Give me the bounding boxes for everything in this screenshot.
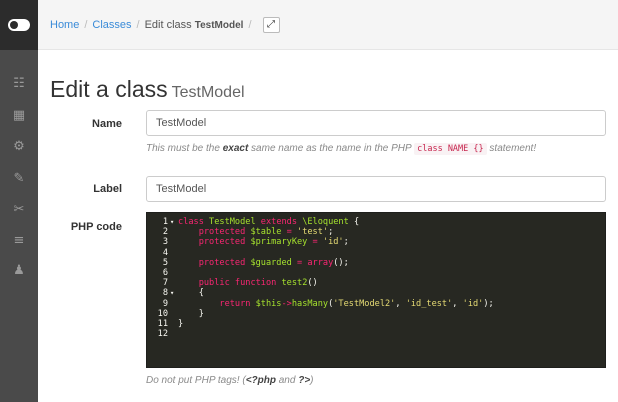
php-help-pre: Do not put PHP tags! ( bbox=[146, 375, 246, 386]
fold-toggle-icon[interactable]: ▾ bbox=[168, 288, 178, 298]
name-label: Name bbox=[92, 118, 122, 130]
line-number: 4 bbox=[162, 247, 168, 258]
breadcrumb-current-name: TestModel bbox=[194, 19, 244, 31]
php-code-label: PHP code bbox=[70, 221, 122, 233]
line-number: 11 bbox=[157, 318, 168, 329]
name-help: This must be the exact same name as the … bbox=[146, 143, 537, 155]
name-input[interactable]: TestModel bbox=[146, 110, 606, 136]
fold-gutter bbox=[168, 319, 178, 329]
code-line: 6 bbox=[147, 268, 605, 278]
code-line: 12 bbox=[147, 329, 605, 339]
line-number: 8 bbox=[162, 288, 168, 299]
sitemap-icon[interactable]: ☷ bbox=[0, 72, 38, 94]
breadcrumb-separator: / bbox=[136, 18, 140, 31]
code-line: 11} bbox=[147, 319, 605, 329]
code-line: 8 ▾ { bbox=[147, 288, 605, 298]
fold-gutter bbox=[168, 299, 178, 309]
fold-gutter bbox=[168, 268, 178, 278]
toggle-logo-icon bbox=[8, 19, 30, 31]
paperclip-icon[interactable]: ✂ bbox=[0, 198, 38, 220]
label-label: Label bbox=[93, 183, 122, 195]
fold-toggle-icon[interactable]: ▾ bbox=[168, 217, 178, 227]
line-number: 2 bbox=[162, 227, 168, 238]
php-help-and: and bbox=[275, 375, 299, 386]
page-title-text: Edit a class bbox=[50, 76, 168, 102]
code-line: 1 ▾ class TestModel extends \Eloquent { bbox=[147, 217, 605, 227]
code-line: 5 protected $guarded = array(); bbox=[147, 258, 605, 268]
breadcrumb: Home / Classes / Edit class TestModel / … bbox=[38, 0, 618, 50]
sidebar: ☷ ▦ ⚙ ✎ ✂ ≡ ♟ bbox=[0, 0, 38, 402]
php-close-tag: ?> bbox=[298, 375, 311, 386]
fold-gutter bbox=[168, 258, 178, 268]
breadcrumb-current-prefix: Edit class bbox=[144, 18, 192, 31]
code-line: 7 public function test2() bbox=[147, 278, 605, 288]
page-title-sub: TestModel bbox=[171, 84, 245, 101]
php-code-editor[interactable]: 1 ▾ class TestModel extends \Eloquent { 2 … bbox=[146, 212, 606, 368]
line-number: 7 bbox=[162, 278, 168, 289]
pencil-icon[interactable]: ✎ bbox=[0, 167, 38, 189]
breadcrumb-home[interactable]: Home bbox=[50, 19, 79, 31]
name-help-mid: same name as the name in the PHP bbox=[248, 143, 415, 154]
line-number: 3 bbox=[162, 237, 168, 248]
line-number: 10 bbox=[157, 308, 168, 319]
page-title: Edit a class TestModel bbox=[50, 76, 245, 103]
fold-gutter bbox=[168, 309, 178, 319]
fold-gutter bbox=[168, 248, 178, 258]
name-help-pre: This must be the bbox=[146, 143, 223, 154]
code-line: 2 protected $table = 'test'; bbox=[147, 227, 605, 237]
fold-gutter bbox=[168, 329, 178, 339]
cogs-icon[interactable]: ⚙ bbox=[0, 135, 38, 157]
code-line: 9 return $this->hasMany('TestModel2', 'i… bbox=[147, 299, 605, 309]
table-icon[interactable]: ▦ bbox=[0, 104, 38, 126]
line-number: 1 bbox=[162, 217, 168, 227]
line-number: 12 bbox=[157, 329, 168, 340]
line-number: 6 bbox=[162, 267, 168, 278]
breadcrumb-classes[interactable]: Classes bbox=[92, 19, 131, 31]
fold-gutter bbox=[168, 227, 178, 237]
users-icon[interactable]: ♟ bbox=[0, 259, 38, 281]
php-help-post: ) bbox=[310, 375, 314, 386]
name-help-code: class NAME {} bbox=[414, 143, 487, 155]
list-icon[interactable]: ≡ bbox=[0, 229, 38, 251]
php-open-tag: <?php bbox=[245, 375, 276, 386]
code-line: 3 protected $primaryKey = 'id'; bbox=[147, 237, 605, 247]
name-help-post: statement! bbox=[486, 143, 537, 154]
php-code-help: Do not put PHP tags! (<?php and ?>) bbox=[146, 375, 314, 386]
line-number: 9 bbox=[162, 298, 168, 309]
code-line: 10 } bbox=[147, 309, 605, 319]
logo[interactable] bbox=[0, 0, 38, 50]
label-input[interactable]: TestModel bbox=[146, 176, 606, 202]
name-help-bold: exact bbox=[222, 143, 249, 154]
breadcrumb-separator: / bbox=[84, 18, 88, 31]
breadcrumb-current: Edit class TestModel bbox=[145, 19, 244, 31]
line-number: 5 bbox=[162, 257, 168, 268]
breadcrumb-separator: / bbox=[248, 18, 252, 31]
fold-gutter bbox=[168, 278, 178, 288]
fold-gutter bbox=[168, 237, 178, 247]
expand-icon[interactable]: ⤢ bbox=[262, 16, 280, 33]
code-line: 4 bbox=[147, 248, 605, 258]
